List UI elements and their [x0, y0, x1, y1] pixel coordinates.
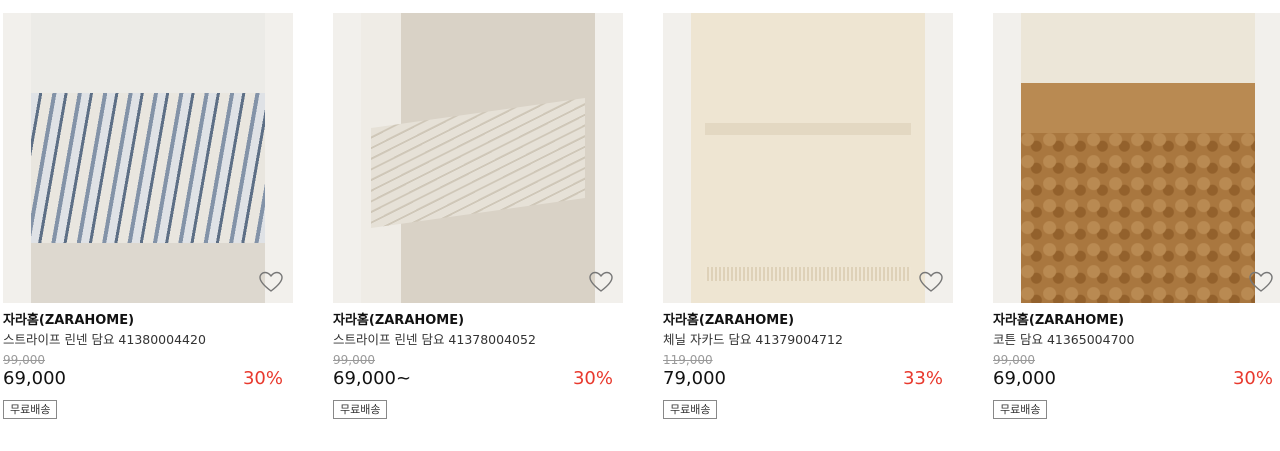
discount-rate: 30%: [572, 368, 613, 389]
product-image[interactable]: [663, 13, 953, 303]
product-brand[interactable]: 자라홈(ZARAHOME): [3, 313, 293, 330]
blanket-photo: [691, 13, 925, 303]
product-card[interactable]: 자라홈(ZARAHOME) 체닐 자카드 담요 41379004712 119,…: [663, 13, 953, 419]
wishlist-heart-icon[interactable]: [259, 271, 283, 293]
free-shipping-badge: 무료배송: [993, 400, 1048, 419]
sale-price: 79,000: [663, 368, 726, 389]
original-price: 99,000: [993, 353, 1035, 367]
product-image[interactable]: [333, 13, 623, 303]
discount-rate: 33%: [902, 368, 943, 389]
product-brand[interactable]: 자라홈(ZARAHOME): [663, 313, 953, 330]
blanket-photo: [31, 13, 265, 303]
wishlist-heart-icon[interactable]: [589, 271, 613, 293]
original-price: 119,000: [663, 353, 713, 367]
product-card[interactable]: 자라홈(ZARAHOME) 스트라이프 린넨 담요 41378004052 99…: [333, 13, 623, 419]
product-name[interactable]: 스트라이프 린넨 담요 41380004420: [3, 332, 293, 350]
product-name[interactable]: 코튼 담요 41365004700: [993, 332, 1280, 350]
sale-price: 69,000: [3, 368, 66, 389]
wishlist-heart-icon[interactable]: [919, 271, 943, 293]
product-brand[interactable]: 자라홈(ZARAHOME): [333, 313, 623, 330]
discount-rate: 30%: [1232, 368, 1273, 389]
wishlist-heart-icon[interactable]: [1249, 271, 1273, 293]
product-image[interactable]: [3, 13, 293, 303]
blanket-photo: [361, 13, 595, 303]
free-shipping-badge: 무료배송: [333, 400, 388, 419]
sale-price: 69,000: [993, 368, 1056, 389]
free-shipping-badge: 무료배송: [3, 400, 58, 419]
product-name[interactable]: 스트라이프 린넨 담요 41378004052: [333, 332, 623, 350]
product-name[interactable]: 체닐 자카드 담요 41379004712: [663, 332, 953, 350]
product-grid: 자라홈(ZARAHOME) 스트라이프 린넨 담요 41380004420 99…: [0, 0, 1280, 451]
product-card[interactable]: 자라홈(ZARAHOME) 코튼 담요 41365004700 99,000 6…: [993, 13, 1280, 419]
original-price: 99,000: [333, 353, 375, 367]
discount-rate: 30%: [242, 368, 283, 389]
sale-price: 69,000~: [333, 368, 412, 389]
product-card[interactable]: 자라홈(ZARAHOME) 스트라이프 린넨 담요 41380004420 99…: [3, 13, 293, 419]
free-shipping-badge: 무료배송: [663, 400, 718, 419]
product-image[interactable]: [993, 13, 1280, 303]
blanket-photo: [1021, 13, 1255, 303]
original-price: 99,000: [3, 353, 45, 367]
product-brand[interactable]: 자라홈(ZARAHOME): [993, 313, 1280, 330]
